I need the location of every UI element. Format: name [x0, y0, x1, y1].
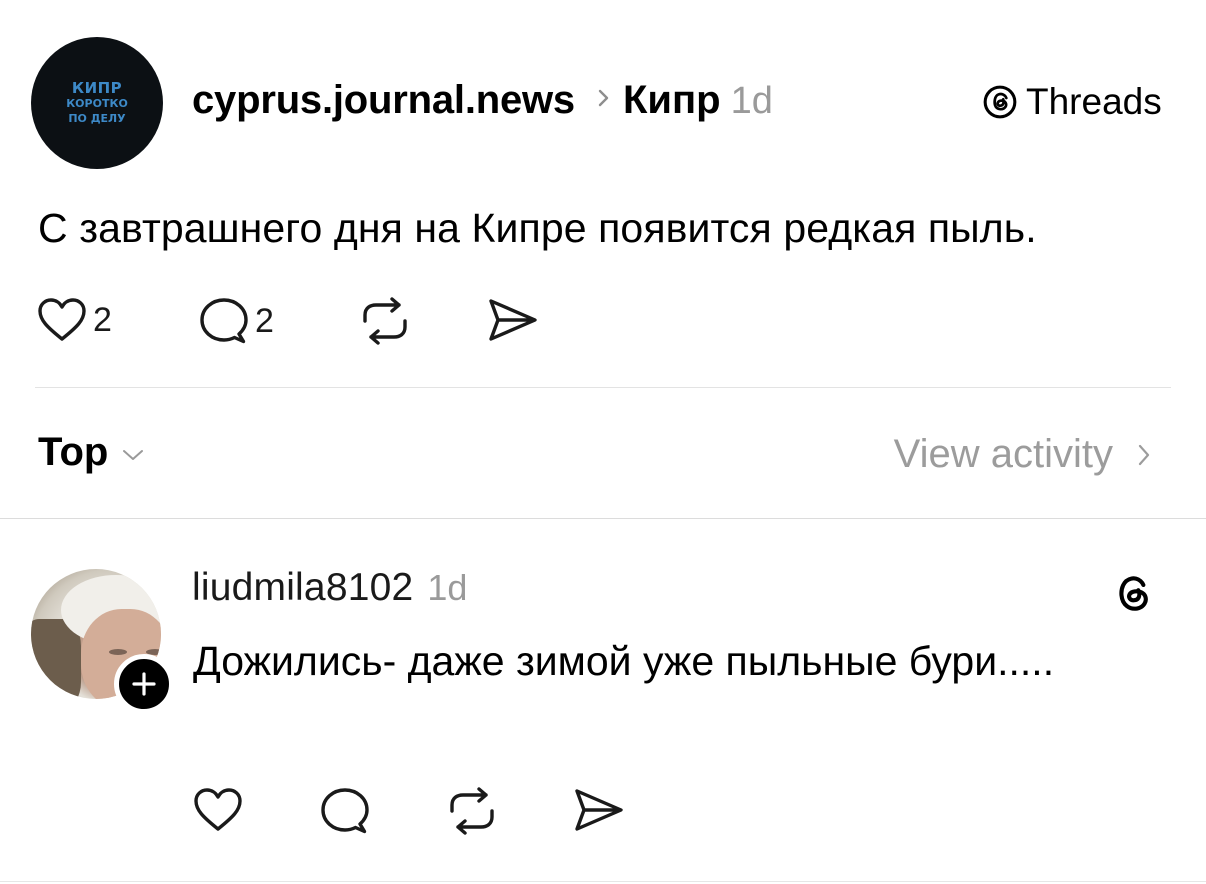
sort-dropdown[interactable]: Top	[38, 430, 144, 475]
like-button[interactable]: 2	[37, 297, 112, 343]
share-button[interactable]	[485, 297, 539, 343]
post-body-text: С завтрашнего дня на Кипре появится редк…	[38, 205, 1037, 251]
reply-header: liudmila8102 1d	[192, 566, 467, 610]
send-icon	[575, 789, 623, 831]
like-button[interactable]	[193, 787, 243, 833]
comment-count: 2	[255, 301, 274, 340]
chevron-down-icon	[123, 449, 144, 460]
divider	[0, 518, 1206, 519]
post-author-avatar[interactable]: КИПР КОРОТКО ПО ДЕЛУ	[31, 37, 163, 169]
avatar-photo-eye	[109, 649, 127, 655]
avatar-logo-line-3: ПО ДЕЛУ	[68, 111, 126, 125]
post-timestamp: 1d	[730, 80, 773, 122]
repost-icon	[363, 297, 407, 345]
reply-body-text: Дожились- даже зимой уже пыльные бури...…	[193, 638, 1055, 684]
sort-label: Top	[38, 430, 109, 474]
comment-button[interactable]	[320, 786, 370, 836]
share-button[interactable]	[571, 787, 625, 833]
heart-icon	[194, 788, 242, 831]
view-activity-label: View activity	[893, 432, 1113, 476]
threads-brand-label: Threads	[1026, 81, 1162, 122]
comment-icon	[321, 788, 369, 834]
avatar-logo-line-1: КИПР	[71, 78, 123, 97]
chevron-right-icon	[1138, 444, 1150, 465]
repost-button[interactable]	[359, 297, 411, 345]
reply-author-username[interactable]: liudmila8102	[192, 566, 413, 610]
heart-icon	[38, 298, 86, 341]
like-count: 2	[93, 300, 112, 339]
divider	[0, 881, 1206, 882]
reply-timestamp: 1d	[427, 567, 468, 608]
post-header: cyprus.journal.news Кипр 1d	[192, 78, 773, 126]
divider	[35, 387, 1171, 388]
threads-logo-icon	[983, 85, 1017, 119]
thread-page: КИПР КОРОТКО ПО ДЕЛУ cyprus.journal.news…	[0, 0, 1206, 884]
threads-logo-icon[interactable]	[1110, 570, 1156, 616]
view-activity-link[interactable]: View activity	[894, 432, 1151, 477]
repost-icon	[450, 787, 494, 835]
plus-icon	[132, 672, 156, 696]
avatar-logo-line-2: КОРОТКО	[66, 96, 128, 110]
post-author-username[interactable]: cyprus.journal.news	[192, 78, 575, 123]
comment-icon	[200, 298, 248, 344]
send-icon	[489, 299, 537, 341]
comment-button[interactable]: 2	[199, 296, 274, 346]
repost-button[interactable]	[446, 787, 498, 835]
chevron-right-icon	[598, 89, 609, 107]
follow-button[interactable]	[114, 654, 174, 714]
threads-brand[interactable]: Threads	[982, 80, 1162, 124]
post-topic-tag[interactable]: Кипр	[623, 78, 721, 123]
